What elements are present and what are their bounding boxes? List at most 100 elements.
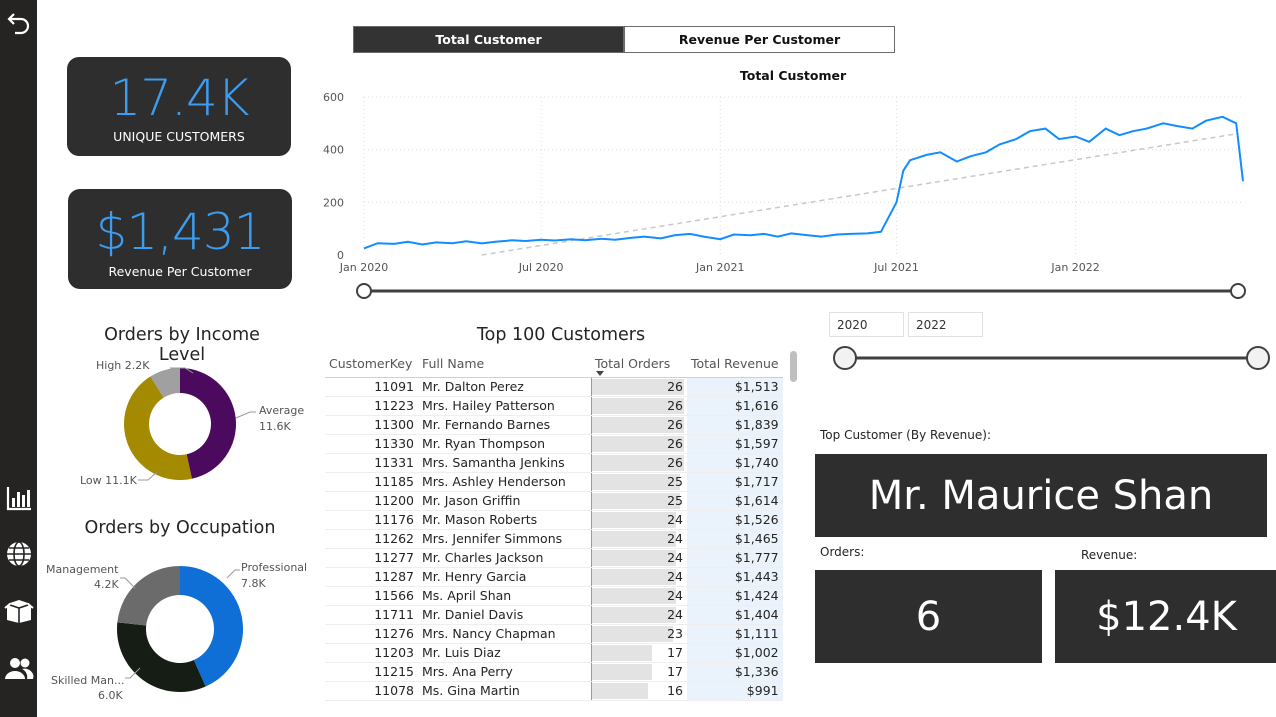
box-icon[interactable] xyxy=(0,595,37,627)
table-row[interactable]: 11176 Mr. Mason Roberts 24 $1,526 xyxy=(325,510,783,530)
year-slider-end-handle[interactable] xyxy=(1246,346,1270,370)
revenue-label: Revenue: xyxy=(1081,548,1138,562)
chart-date-slider[interactable] xyxy=(354,281,1248,301)
cell-total-orders: 17 xyxy=(590,643,687,663)
cell-full-name: Mr. Henry Garcia xyxy=(418,567,591,587)
orders-value: 24 xyxy=(667,588,683,603)
cell-total-orders: 26 xyxy=(590,415,687,435)
slider-start-handle[interactable] xyxy=(356,283,372,299)
table-row[interactable]: 11203 Mr. Luis Diaz 17 $1,002 xyxy=(325,643,783,663)
table-row[interactable]: 11200 Mr. Jason Griffin 25 $1,614 xyxy=(325,491,783,511)
cell-total-orders: 24 xyxy=(590,605,687,625)
table-row[interactable]: 11300 Mr. Fernando Barnes 26 $1,839 xyxy=(325,415,783,435)
top-customer-label: Top Customer (By Revenue): xyxy=(820,428,991,442)
globe-icon[interactable] xyxy=(0,538,37,570)
users-icon[interactable] xyxy=(0,652,37,684)
table-row[interactable]: 11091 Mr. Dalton Perez 26 $1,513 xyxy=(325,377,783,397)
table-row[interactable]: 11330 Mr. Ryan Thompson 26 $1,597 xyxy=(325,434,783,454)
cell-total-revenue: $1,513 xyxy=(687,377,783,397)
top-customers-table[interactable]: CustomerKey Full Name Total Orders Total… xyxy=(325,350,800,707)
orders-databar xyxy=(591,606,677,623)
orders-value: 17 xyxy=(667,645,683,660)
orders-label: Orders: xyxy=(820,545,865,559)
cell-total-revenue: $1,465 xyxy=(687,529,783,549)
table-row[interactable]: 11566 Ms. April Shan 24 $1,424 xyxy=(325,586,783,606)
cell-full-name: Mr. Dalton Perez xyxy=(418,377,591,397)
table-scrollbar[interactable] xyxy=(790,351,797,382)
unique-customers-label: UNIQUE CUSTOMERS xyxy=(113,129,245,144)
cell-customerkey: 11215 xyxy=(325,662,418,682)
cell-customerkey: 11262 xyxy=(325,529,418,549)
orders-card: 6 xyxy=(815,570,1042,663)
occupation-management-label: Management xyxy=(46,563,119,576)
table-row[interactable]: 11276 Mrs. Nancy Chapman 23 $1,111 xyxy=(325,624,783,644)
header-total-revenue[interactable]: Total Revenue xyxy=(687,350,783,378)
cell-full-name: Mr. Charles Jackson xyxy=(418,548,591,568)
table-row[interactable]: 11711 Mr. Daniel Davis 24 $1,404 xyxy=(325,605,783,625)
total-customer-toggle[interactable]: Total Customer xyxy=(353,26,624,53)
table-row[interactable]: 11277 Mr. Charles Jackson 24 $1,777 xyxy=(325,548,783,568)
table-row[interactable]: 11331 Mrs. Samantha Jenkins 26 $1,740 xyxy=(325,453,783,473)
orders-databar xyxy=(591,549,677,566)
cell-total-revenue: $1,597 xyxy=(687,434,783,454)
cell-total-revenue: $1,616 xyxy=(687,396,783,416)
table-row[interactable]: 11215 Mrs. Ana Perry 17 $1,336 xyxy=(325,662,783,682)
cell-total-revenue: $1,777 xyxy=(687,548,783,568)
cell-total-orders: 26 xyxy=(590,396,687,416)
table-row[interactable]: 11185 Mrs. Ashley Henderson 25 $1,717 xyxy=(325,472,783,492)
cell-total-revenue: $1,740 xyxy=(687,453,783,473)
orders-value: 24 xyxy=(667,531,683,546)
occupation-skilled-label: Skilled Man... xyxy=(51,674,124,687)
income-donut-chart: High 2.2K Average 11.6K Low 11.1K xyxy=(80,359,304,487)
orders-value: 26 xyxy=(667,417,683,432)
cell-total-revenue: $1,839 xyxy=(687,415,783,435)
series-line xyxy=(363,115,1244,250)
bar-chart-icon[interactable] xyxy=(0,482,37,514)
header-full-name[interactable]: Full Name xyxy=(418,350,591,378)
x-tick-label: Jul 2020 xyxy=(518,261,564,274)
orders-databar xyxy=(591,625,673,642)
sidebar xyxy=(0,0,37,717)
table-row[interactable]: 11262 Mrs. Jennifer Simmons 24 $1,465 xyxy=(325,529,783,549)
cell-full-name: Mrs. Nancy Chapman xyxy=(418,624,591,644)
cell-customerkey: 11223 xyxy=(325,396,418,416)
cell-full-name: Mrs. Jennifer Simmons xyxy=(418,529,591,549)
occupation-professional-label: Professional xyxy=(241,561,307,574)
cell-full-name: Mr. Mason Roberts xyxy=(418,510,591,530)
revenue-per-customer-toggle[interactable]: Revenue Per Customer xyxy=(624,26,895,53)
income-slice[interactable] xyxy=(180,368,236,479)
start-date-input[interactable]: 2020 xyxy=(829,312,904,337)
cell-customerkey: 11331 xyxy=(325,453,418,473)
header-customerkey[interactable]: CustomerKey xyxy=(325,350,418,378)
occupation-slice[interactable] xyxy=(117,566,180,626)
cell-total-revenue: $1,717 xyxy=(687,472,783,492)
slider-end-handle[interactable] xyxy=(1230,283,1246,299)
cell-customerkey: 11711 xyxy=(325,605,418,625)
occupation-professional-value: 7.8K xyxy=(241,577,266,590)
sort-desc-icon[interactable] xyxy=(596,371,604,376)
header-total-orders[interactable]: Total Orders xyxy=(591,350,687,378)
table-row[interactable]: 11223 Mrs. Hailey Patterson 26 $1,616 xyxy=(325,396,783,416)
cell-total-orders: 24 xyxy=(590,529,687,549)
year-slider-start-handle[interactable] xyxy=(833,346,857,370)
orders-databar xyxy=(591,682,649,699)
year-range-slider[interactable] xyxy=(830,343,1274,373)
table-row[interactable]: 11287 Mr. Henry Garcia 24 $1,443 xyxy=(325,567,783,587)
cell-total-orders: 24 xyxy=(590,586,687,606)
y-tick-label: 200 xyxy=(323,196,344,209)
table-row[interactable]: 11078 Ms. Gina Martin 16 $991 xyxy=(325,681,783,701)
occupation-slice[interactable] xyxy=(117,622,206,692)
back-arrow-icon[interactable] xyxy=(0,8,37,38)
revenue-card: $12.4K xyxy=(1055,570,1276,663)
orders-value: 16 xyxy=(667,683,683,698)
cell-total-orders: 25 xyxy=(590,472,687,492)
orders-value: 24 xyxy=(667,607,683,622)
end-date-input[interactable]: 2022 xyxy=(908,312,983,337)
cell-full-name: Mrs. Ana Perry xyxy=(418,662,591,682)
income-average-value: 11.6K xyxy=(259,420,291,433)
revenue-per-customer-card: $1,431 Revenue Per Customer xyxy=(68,189,292,289)
cell-total-revenue: $1,002 xyxy=(687,643,783,663)
cell-customerkey: 11287 xyxy=(325,567,418,587)
cell-total-orders: 16 xyxy=(590,681,687,701)
x-tick-label: Jan 2022 xyxy=(1050,261,1099,274)
